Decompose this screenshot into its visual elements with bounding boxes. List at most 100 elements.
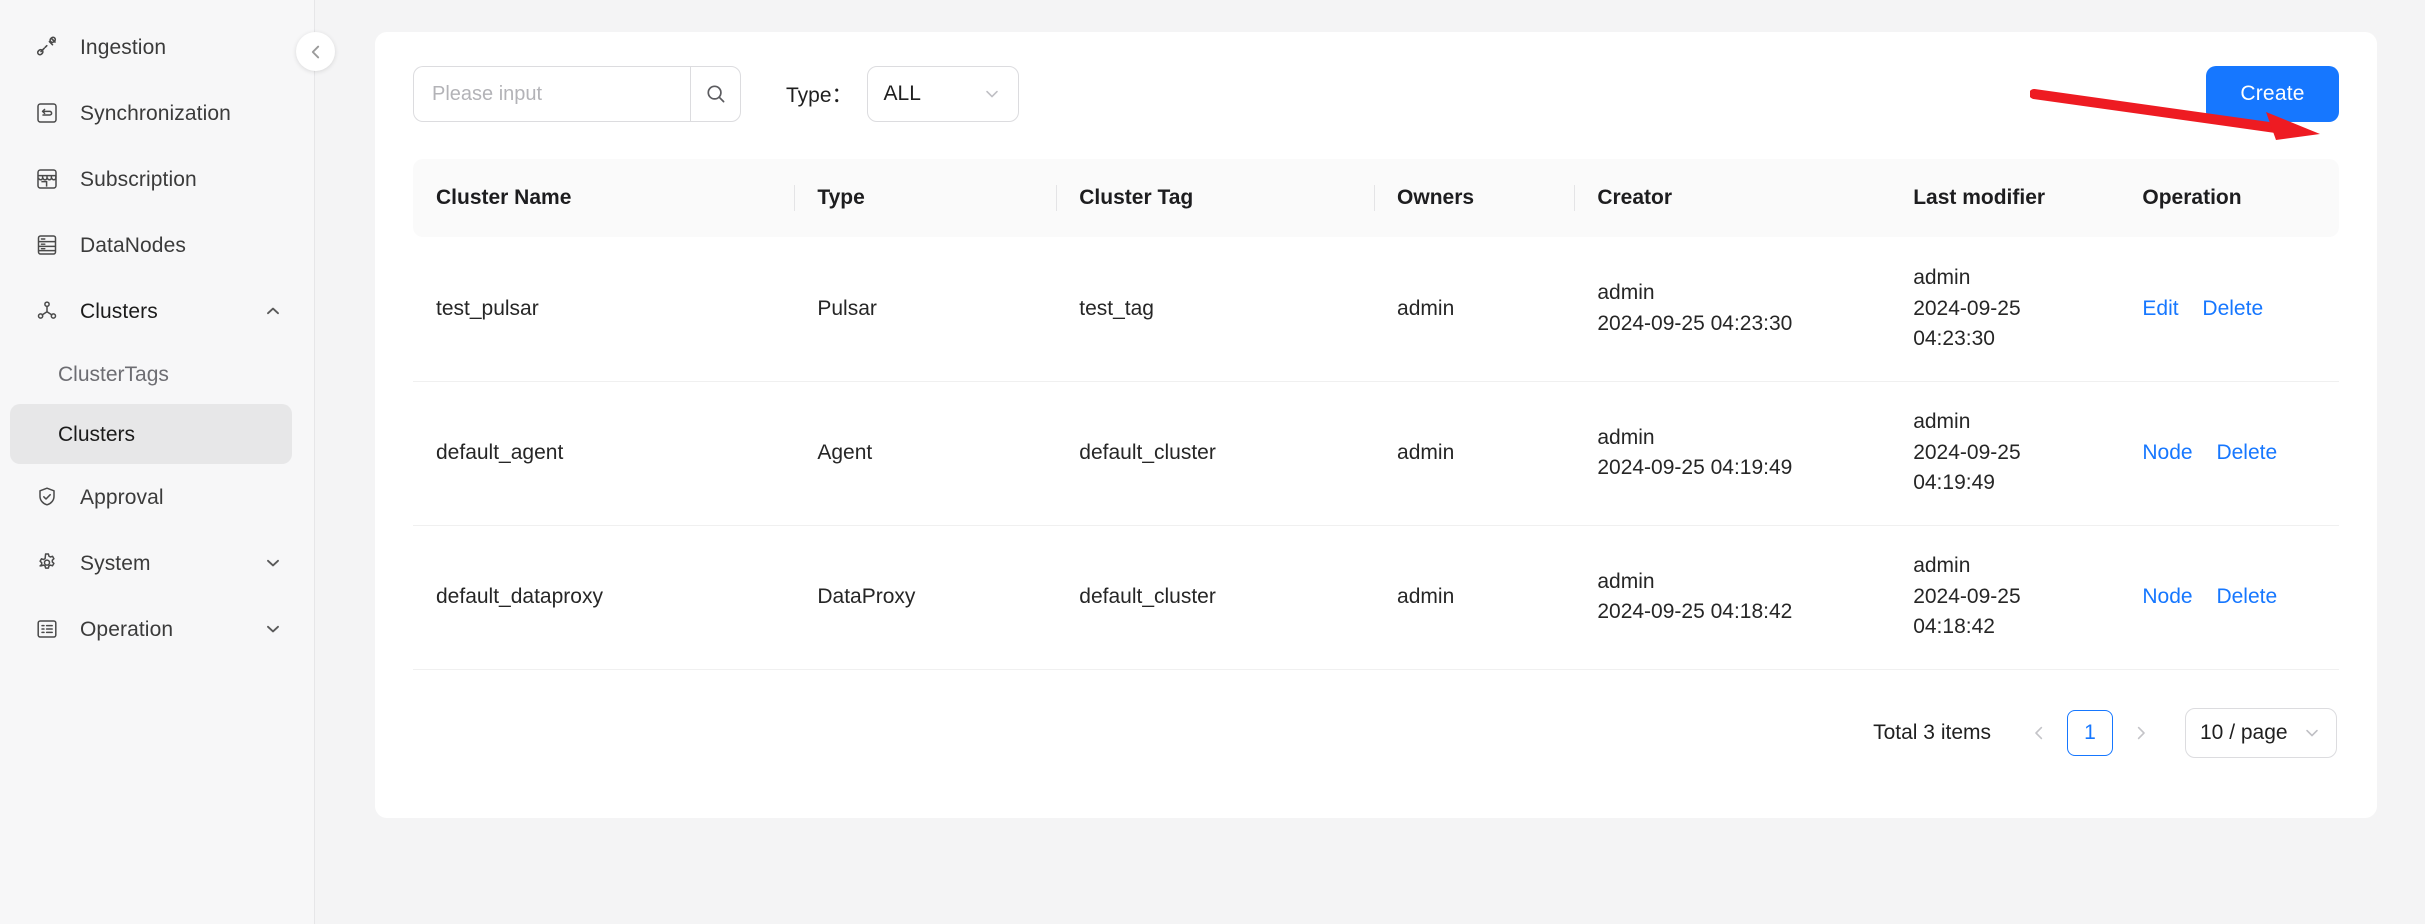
pagination: Total 3 items 1 10 / page [413, 708, 2339, 758]
cell-cluster-tag: default_cluster [1056, 381, 1374, 525]
cell-owners: admin [1374, 381, 1574, 525]
sidebar-subitem-label: ClusterTags [58, 364, 169, 385]
cell-cluster-tag: test_tag [1056, 237, 1374, 381]
row-action-node[interactable]: Node [2142, 585, 2192, 608]
row-action-delete[interactable]: Delete [2216, 441, 2277, 464]
clusters-card: Type： ALL Create [375, 32, 2377, 818]
sidebar-item-synchronization[interactable]: Synchronization [0, 80, 314, 146]
sidebar-item-label: Synchronization [80, 103, 231, 124]
toolbar: Type： ALL Create [413, 66, 2339, 122]
sidebar: Ingestion Synchronization [0, 0, 315, 924]
modifier-user: admin [1913, 551, 2107, 581]
sidebar-group-operation[interactable]: Operation [0, 596, 314, 662]
pagination-next-button[interactable] [2121, 710, 2161, 756]
creator-time: 2024-09-25 04:23:30 [1597, 309, 1878, 339]
pagination-page-1[interactable]: 1 [2067, 710, 2113, 756]
table-row[interactable]: default_dataproxy DataProxy default_clus… [413, 525, 2339, 669]
type-filter: Type： ALL [786, 66, 1019, 122]
page-size-value: 10 / page [2200, 721, 2288, 745]
column-header-cluster-tag[interactable]: Cluster Tag [1056, 159, 1374, 237]
sidebar-item-subscription[interactable]: Subscription [0, 146, 314, 212]
sidebar-item-label: DataNodes [80, 235, 186, 256]
column-header-cluster-name[interactable]: Cluster Name [413, 159, 794, 237]
chevron-right-icon [2131, 723, 2151, 743]
sidebar-item-clusters[interactable]: Clusters [10, 404, 292, 464]
modifier-user: admin [1913, 263, 2107, 293]
sync-box-icon [30, 96, 64, 130]
creator-user: admin [1597, 278, 1878, 308]
modifier-time: 2024-09-25 04:19:49 [1913, 438, 2107, 499]
table-row[interactable]: default_agent Agent default_cluster admi… [413, 381, 2339, 525]
chevron-left-icon [2029, 723, 2049, 743]
creator-user: admin [1597, 423, 1878, 453]
sidebar-item-label: Approval [80, 487, 164, 508]
table-row[interactable]: test_pulsar Pulsar test_tag admin admin … [413, 237, 2339, 381]
cell-cluster-tag: default_cluster [1056, 525, 1374, 669]
cell-operation: Node Delete [2119, 525, 2339, 669]
cell-type: Pulsar [794, 237, 1056, 381]
gear-icon [30, 546, 64, 580]
type-filter-label: Type： [786, 79, 853, 109]
sidebar-item-label: Ingestion [80, 37, 166, 58]
sidebar-item-clustertags[interactable]: ClusterTags [10, 344, 292, 404]
column-header-owners[interactable]: Owners [1374, 159, 1574, 237]
ingestion-link-icon [30, 30, 64, 64]
clusters-node-icon [30, 294, 64, 328]
chevron-down-icon [2302, 723, 2322, 743]
sidebar-item-label: Subscription [80, 169, 197, 190]
chevron-down-icon[interactable] [260, 616, 286, 642]
page-size-select[interactable]: 10 / page [2185, 708, 2337, 758]
search-icon [704, 82, 728, 106]
column-header-operation[interactable]: Operation [2119, 159, 2339, 237]
sidebar-group-system[interactable]: System [0, 530, 314, 596]
cell-operation: Edit Delete [2119, 237, 2339, 381]
table-header-row: Cluster Name Type Cluster Tag Owners Cre… [413, 159, 2339, 237]
chevron-up-icon[interactable] [260, 298, 286, 324]
sidebar-item-approval[interactable]: Approval [0, 464, 314, 530]
modifier-time: 2024-09-25 04:18:42 [1913, 582, 2107, 643]
cell-last-modifier: admin 2024-09-25 04:19:49 [1890, 381, 2119, 525]
modifier-time: 2024-09-25 04:23:30 [1913, 294, 2107, 355]
main-content: Type： ALL Create [315, 0, 2425, 924]
shield-check-icon [30, 480, 64, 514]
create-button[interactable]: Create [2206, 66, 2339, 122]
search-button[interactable] [690, 66, 741, 122]
sidebar-item-datanodes[interactable]: DataNodes [0, 212, 314, 278]
cell-operation: Node Delete [2119, 381, 2339, 525]
sidebar-group-label: System [80, 553, 151, 574]
column-header-last-modifier[interactable]: Last modifier [1890, 159, 2119, 237]
chevron-down-icon[interactable] [260, 550, 286, 576]
cell-cluster-name: default_dataproxy [413, 525, 794, 669]
cell-cluster-name: default_agent [413, 381, 794, 525]
row-action-delete[interactable]: Delete [2216, 585, 2277, 608]
row-action-node[interactable]: Node [2142, 441, 2192, 464]
type-select[interactable]: ALL [867, 66, 1019, 122]
sidebar-collapse-button[interactable] [296, 32, 335, 71]
operation-list-icon [30, 612, 64, 646]
modifier-user: admin [1913, 407, 2107, 437]
creator-time: 2024-09-25 04:18:42 [1597, 597, 1878, 627]
subscription-store-icon [30, 162, 64, 196]
clusters-table: Cluster Name Type Cluster Tag Owners Cre… [413, 159, 2339, 670]
search-input[interactable] [413, 66, 690, 122]
cell-creator: admin 2024-09-25 04:18:42 [1574, 525, 1890, 669]
row-action-delete[interactable]: Delete [2202, 297, 2263, 320]
column-header-type[interactable]: Type [794, 159, 1056, 237]
cell-creator: admin 2024-09-25 04:23:30 [1574, 237, 1890, 381]
clusters-table-container: Cluster Name Type Cluster Tag Owners Cre… [413, 159, 2339, 670]
cell-owners: admin [1374, 525, 1574, 669]
cell-type: Agent [794, 381, 1056, 525]
search-group [413, 66, 741, 122]
cell-last-modifier: admin 2024-09-25 04:18:42 [1890, 525, 2119, 669]
type-select-value: ALL [884, 82, 921, 106]
pagination-prev-button[interactable] [2019, 710, 2059, 756]
column-header-creator[interactable]: Creator [1574, 159, 1890, 237]
cell-cluster-name: test_pulsar [413, 237, 794, 381]
row-action-edit[interactable]: Edit [2142, 297, 2178, 320]
chevron-left-icon [306, 42, 326, 62]
sidebar-group-clusters[interactable]: Clusters [0, 278, 314, 344]
creator-user: admin [1597, 567, 1878, 597]
sidebar-item-ingestion[interactable]: Ingestion [0, 14, 314, 80]
chevron-down-icon [982, 84, 1002, 104]
sidebar-group-label: Clusters [80, 301, 158, 322]
